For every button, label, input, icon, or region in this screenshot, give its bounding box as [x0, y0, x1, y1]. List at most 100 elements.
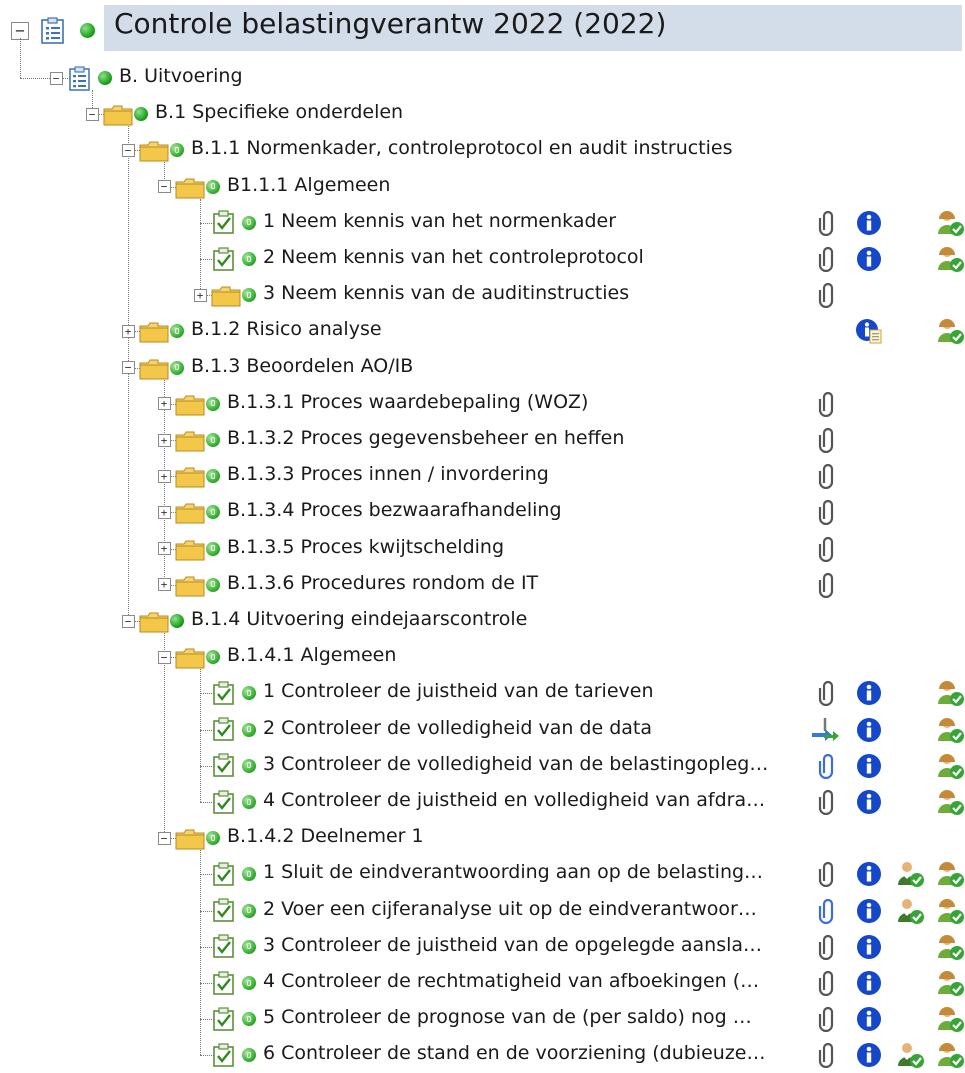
info-note-icon[interactable]	[855, 318, 883, 348]
user-check-icon[interactable]	[937, 1041, 965, 1073]
user-check-icon[interactable]	[937, 209, 965, 241]
collapse-toggle[interactable]: −	[121, 361, 135, 375]
expand-toggle[interactable]: +	[157, 542, 171, 556]
info-icon[interactable]	[856, 717, 882, 747]
tree-item-label[interactable]: B.1.3.2 Proces gegevensbeheer en heffen	[227, 427, 624, 449]
tree-item-label[interactable]: B.1.1 Normenkader, controleprotocol en a…	[191, 137, 733, 159]
info-icon[interactable]	[856, 789, 882, 819]
reviewer-icon[interactable]	[897, 1041, 925, 1073]
status-dot	[242, 976, 256, 990]
tree-item-label[interactable]: 3 Controleer de volledigheid van de bela…	[263, 753, 768, 775]
paperclip-blue-icon[interactable]	[818, 898, 834, 928]
tree-item-label[interactable]: 3 Neem kennis van de auditinstructies	[263, 282, 629, 304]
paperclip-blue-icon[interactable]	[818, 753, 834, 783]
expand-toggle[interactable]: +	[157, 397, 171, 411]
tree-item-label[interactable]: B.1.4.1 Algemeen	[227, 644, 396, 666]
user-check-icon[interactable]	[937, 933, 965, 965]
tree-item-label[interactable]: B.1.3.1 Proces waardebepaling (WOZ)	[227, 391, 588, 413]
user-check-icon[interactable]	[937, 969, 965, 1001]
paperclip-icon[interactable]	[818, 861, 834, 891]
info-icon[interactable]	[856, 680, 882, 710]
paperclip-icon[interactable]	[818, 210, 834, 240]
paperclip-icon[interactable]	[818, 427, 834, 457]
paperclip-icon[interactable]	[818, 572, 834, 602]
reviewer-icon[interactable]	[897, 860, 925, 892]
user-check-icon[interactable]	[937, 860, 965, 892]
collapse-toggle[interactable]: −	[157, 650, 171, 664]
tree-item-label[interactable]: B.1.3.5 Proces kwijtschelding	[227, 536, 504, 558]
tree-item-label[interactable]: B1.1.1 Algemeen	[227, 174, 390, 196]
tree-item-label[interactable]: 4 Controleer de juistheid en volledighei…	[263, 789, 765, 811]
root-document-icon	[40, 17, 66, 49]
tree-item-label[interactable]: B.1.3.4 Proces bezwaarafhandeling	[227, 499, 562, 521]
paperclip-icon[interactable]	[818, 499, 834, 529]
user-check-icon[interactable]	[937, 716, 965, 748]
folder-icon	[139, 357, 169, 385]
collapse-toggle[interactable]: −	[121, 614, 135, 628]
tree-item-label[interactable]: B.1.4.2 Deelnemer 1	[227, 825, 424, 847]
checklist-icon	[212, 862, 235, 891]
paperclip-icon[interactable]	[818, 1006, 834, 1036]
reviewer-icon[interactable]	[897, 897, 925, 929]
user-check-icon[interactable]	[937, 788, 965, 820]
paperclip-icon[interactable]	[818, 246, 834, 276]
collapse-toggle[interactable]: −	[121, 143, 135, 157]
tree-item-label[interactable]: B.1.3.6 Procedures rondom de IT	[227, 572, 538, 594]
root-label[interactable]: Controle belastingverantw 2022 (2022)	[114, 7, 666, 40]
tree-item-label[interactable]: 3 Controleer de juistheid van de opgeleg…	[263, 934, 762, 956]
tree-item-label[interactable]: 2 Voer een cijferanalyse uit op de eindv…	[263, 898, 757, 920]
info-icon[interactable]	[856, 898, 882, 928]
tree-item-label[interactable]: B.1.4 Uitvoering eindejaarscontrole	[191, 608, 527, 630]
checklist-icon	[212, 210, 235, 239]
info-icon[interactable]	[856, 970, 882, 1000]
info-icon[interactable]	[856, 861, 882, 891]
tree-item-label[interactable]: 2 Controleer de volledigheid van de data	[263, 717, 652, 739]
tree-item-label[interactable]: B.1.3 Beoordelen AO/IB	[191, 355, 413, 377]
paperclip-icon[interactable]	[818, 391, 834, 421]
collapse-toggle[interactable]: −	[85, 107, 99, 121]
info-icon[interactable]	[856, 210, 882, 240]
checklist-icon	[212, 934, 235, 963]
tree-item-label[interactable]: 6 Controleer de stand en de voorziening …	[263, 1042, 765, 1064]
status-dot	[242, 722, 256, 737]
expand-toggle[interactable]: +	[157, 578, 171, 592]
tree-item-label[interactable]: 5 Controleer de prognose van de (per sal…	[263, 1006, 752, 1028]
info-icon[interactable]	[856, 753, 882, 783]
tree-item-label[interactable]: B. Uitvoering	[119, 65, 243, 87]
user-check-icon[interactable]	[937, 679, 965, 711]
tree-item-label[interactable]: 1 Controleer de juistheid van de tarieve…	[263, 680, 654, 702]
tree-item-label[interactable]: 1 Neem kennis van het normenkader	[263, 210, 616, 232]
user-check-icon[interactable]	[937, 897, 965, 929]
user-check-icon[interactable]	[937, 752, 965, 784]
folder-icon	[211, 284, 241, 312]
info-icon[interactable]	[856, 934, 882, 964]
expand-toggle[interactable]: +	[121, 324, 135, 338]
tree-item-label[interactable]: 4 Controleer de rechtmatigheid van afboe…	[263, 970, 759, 992]
paperclip-icon[interactable]	[818, 463, 834, 493]
paperclip-icon[interactable]	[818, 282, 834, 312]
tree-item-label[interactable]: B.1.3.3 Proces innen / invordering	[227, 463, 549, 485]
expand-toggle[interactable]: +	[157, 505, 171, 519]
tree-item-label[interactable]: 1 Sluit de eindverantwoording aan op de …	[263, 861, 763, 883]
paperclip-icon[interactable]	[818, 934, 834, 964]
user-check-icon[interactable]	[937, 1005, 965, 1037]
expand-toggle[interactable]: +	[193, 288, 207, 302]
status-dot	[170, 143, 184, 158]
paperclip-icon[interactable]	[818, 536, 834, 566]
user-check-icon[interactable]	[937, 317, 965, 349]
tree-item-label[interactable]: B.1 Specifieke onderdelen	[155, 101, 403, 123]
expand-toggle[interactable]: +	[157, 433, 171, 447]
paperclip-icon[interactable]	[818, 789, 834, 819]
tree-item-label[interactable]: 2 Neem kennis van het controleprotocol	[263, 246, 644, 268]
info-icon[interactable]	[856, 246, 882, 276]
collapse-toggle[interactable]: −	[157, 831, 171, 845]
tree-item-label[interactable]: B.1.2 Risico analyse	[191, 318, 382, 340]
paperclip-icon[interactable]	[818, 680, 834, 710]
collapse-toggle[interactable]: −	[157, 180, 171, 194]
collapse-toggle[interactable]: −	[49, 71, 63, 85]
transfer-icon[interactable]	[811, 717, 841, 747]
expand-toggle[interactable]: +	[157, 469, 171, 483]
user-check-icon[interactable]	[937, 245, 965, 277]
info-icon[interactable]	[856, 1006, 882, 1036]
paperclip-icon[interactable]	[818, 970, 834, 1000]
